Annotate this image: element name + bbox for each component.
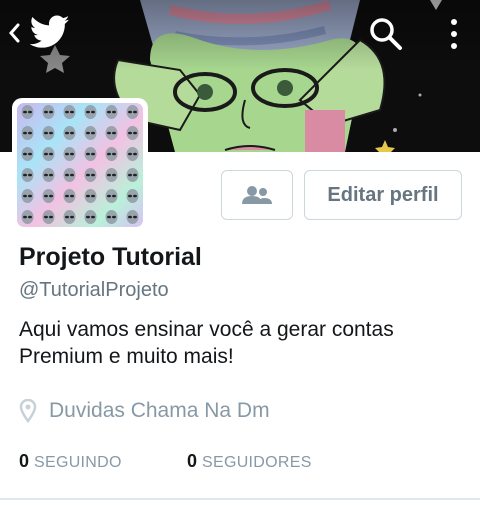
followers-count: 0 <box>187 451 198 471</box>
people-icon <box>242 186 272 204</box>
edit-profile-button[interactable]: Editar perfil <box>304 170 462 220</box>
followers-label: SEGUIDORES <box>202 454 312 471</box>
avatar[interactable] <box>12 98 148 232</box>
profile-bio: Aqui vamos ensinar você a gerar contas P… <box>19 318 394 368</box>
profile-stats: 0 SEGUINDO 0 SEGUIDORES <box>19 451 312 472</box>
divider <box>0 498 480 500</box>
screen-name: @TutorialProjeto <box>19 279 169 301</box>
location-text: Duvidas Chama Na Dm <box>49 399 270 422</box>
twitter-bird-icon[interactable] <box>30 14 70 50</box>
people-button[interactable] <box>221 170 293 220</box>
display-name: Projeto Tutorial <box>19 243 202 271</box>
following-stat[interactable]: 0 SEGUINDO <box>19 451 187 472</box>
chevron-left-icon[interactable] <box>6 22 22 44</box>
search-icon[interactable] <box>368 16 404 52</box>
following-label: SEGUINDO <box>34 454 122 471</box>
followers-stat[interactable]: 0 SEGUIDORES <box>187 451 312 472</box>
location-row: Duvidas Chama Na Dm <box>19 397 270 425</box>
avatar-image <box>17 103 143 227</box>
following-count: 0 <box>19 451 30 471</box>
top-navigation <box>0 0 480 64</box>
alien-pattern-avatar-art <box>17 103 143 227</box>
map-pin-icon <box>19 399 37 423</box>
vertical-dots-icon[interactable] <box>446 16 462 52</box>
